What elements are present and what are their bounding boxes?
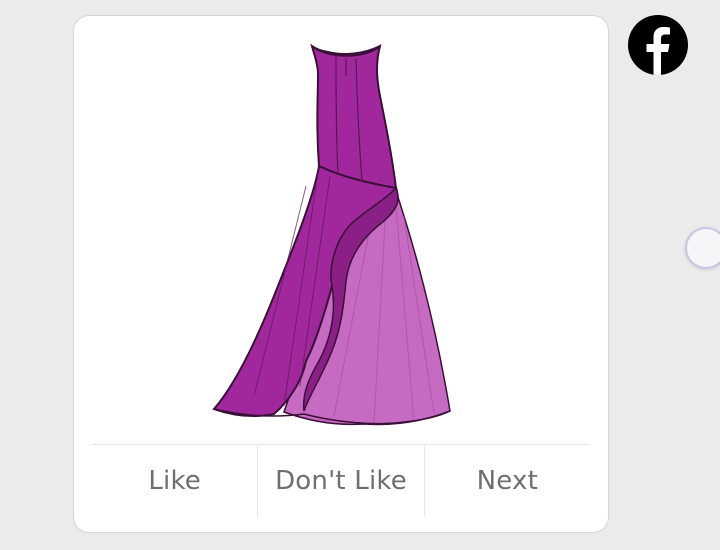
action-bar: Like Don't Like Next [92, 445, 590, 517]
next-button[interactable]: Next [425, 445, 590, 517]
product-card: Like Don't Like Next [73, 15, 609, 533]
screen: Like Don't Like Next [0, 0, 720, 550]
dress-bodice [310, 43, 398, 190]
dont-like-button[interactable]: Don't Like [258, 445, 423, 517]
product-image [74, 16, 608, 444]
facebook-icon[interactable] [628, 15, 688, 75]
dress-illustration [212, 43, 451, 426]
floating-circle-handle[interactable] [685, 227, 720, 269]
like-button[interactable]: Like [92, 445, 257, 517]
